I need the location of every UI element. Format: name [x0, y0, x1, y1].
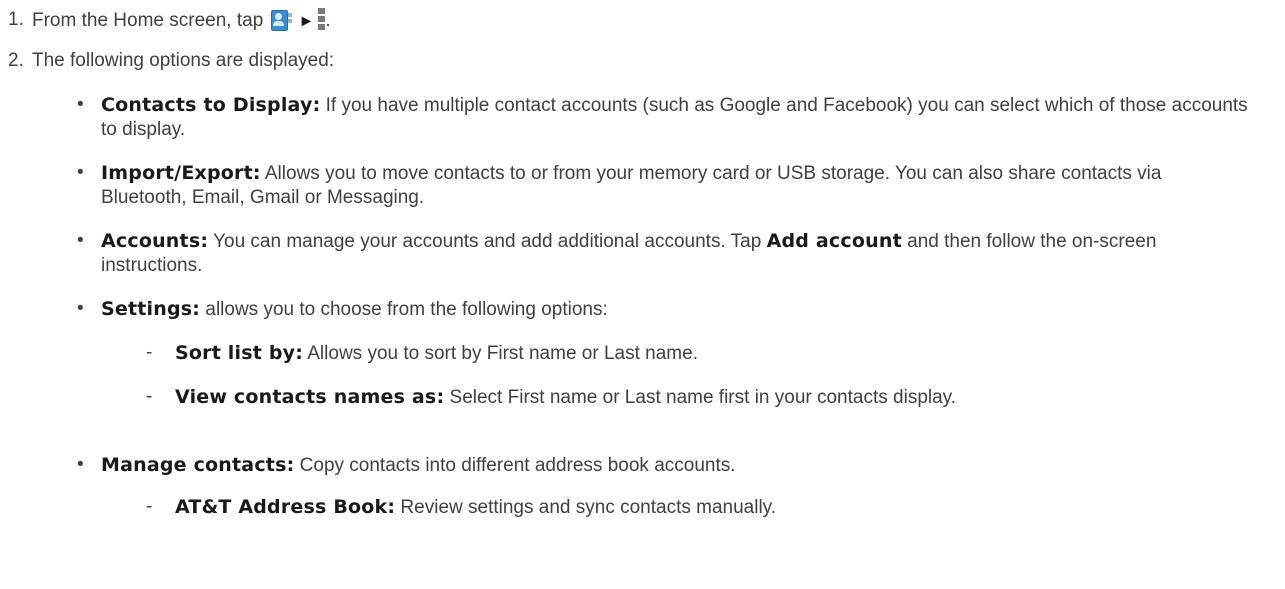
step-number: 1. — [8, 9, 24, 30]
option-description: Copy contacts into different address boo… — [294, 455, 736, 476]
suboption-description: Select First name or Last name first in … — [444, 387, 957, 408]
option-settings: • Settings: allows you to choose from th… — [0, 297, 1285, 323]
suboption-label: Sort list by: — [175, 342, 304, 364]
arrow-right-icon: ► — [298, 13, 315, 30]
option-text: Settings: allows you to choose from the … — [101, 297, 1251, 322]
bullet: • — [77, 162, 84, 183]
step-text: From the Home screen, tap ► . — [32, 8, 331, 34]
suboption-text: AT&T Address Book: Review settings and s… — [175, 495, 1225, 520]
step-1-text: From the Home screen, tap — [32, 10, 264, 31]
option-text: Contacts to Display: If you have multipl… — [101, 93, 1251, 142]
suboption-label: AT&T Address Book: — [175, 496, 396, 518]
dash: - — [146, 496, 153, 517]
option-label: Manage contacts: — [101, 454, 295, 476]
add-account-label: Add account — [766, 230, 902, 252]
contacts-app-icon — [270, 9, 293, 31]
option-accounts: • Accounts: You can manage your accounts… — [0, 229, 1285, 279]
step-2: 2. The following options are displayed: — [0, 49, 1285, 75]
option-import-export: • Import/Export: Allows you to move cont… — [0, 161, 1285, 211]
option-description: Allows you to move contacts to or from y… — [101, 163, 1162, 208]
option-description: You can manage your accounts and add add… — [208, 231, 767, 252]
dash: - — [146, 386, 153, 407]
bullet: • — [77, 94, 84, 115]
step-number: 2. — [8, 50, 24, 71]
menu-icon — [318, 8, 326, 30]
step-1: 1. From the Home screen, tap ► . — [0, 8, 1285, 34]
bullet: • — [77, 454, 84, 475]
option-contacts-to-display: • Contacts to Display: If you have multi… — [0, 93, 1285, 143]
dash: - — [146, 342, 153, 363]
bullet: • — [77, 298, 84, 319]
suboption-label: View contacts names as: — [175, 386, 445, 408]
step-1-period: . — [325, 10, 331, 31]
instruction-document: 1. From the Home screen, tap ► . 2. The … — [0, 0, 1285, 589]
option-manage-contacts: • Manage contacts: Copy contacts into di… — [0, 453, 1285, 479]
bullet: • — [77, 230, 84, 251]
step-text: The following options are displayed: — [32, 50, 335, 71]
option-label: Import/Export: — [101, 162, 261, 184]
option-description: allows you to choose from the following … — [200, 299, 608, 320]
option-label: Contacts to Display: — [101, 94, 321, 116]
suboption-view-contacts-names-as: - View contacts names as: Select First n… — [0, 385, 1285, 435]
suboption-att-address-book: - AT&T Address Book: Review settings and… — [0, 495, 1285, 521]
suboption-description: Allows you to sort by First name or Last… — [303, 343, 698, 364]
option-text: Accounts: You can manage your accounts a… — [101, 229, 1251, 278]
option-label: Settings: — [101, 298, 201, 320]
option-label: Accounts: — [101, 230, 209, 252]
suboption-description: Review settings and sync contacts manual… — [395, 497, 777, 518]
suboption-text: Sort list by: Allows you to sort by Firs… — [175, 341, 1225, 366]
option-text: Manage contacts: Copy contacts into diff… — [101, 453, 1251, 478]
suboption-sort-list-by: - Sort list by: Allows you to sort by Fi… — [0, 341, 1285, 367]
suboption-text: View contacts names as: Select First nam… — [175, 385, 995, 410]
option-text: Import/Export: Allows you to move contac… — [101, 161, 1251, 210]
